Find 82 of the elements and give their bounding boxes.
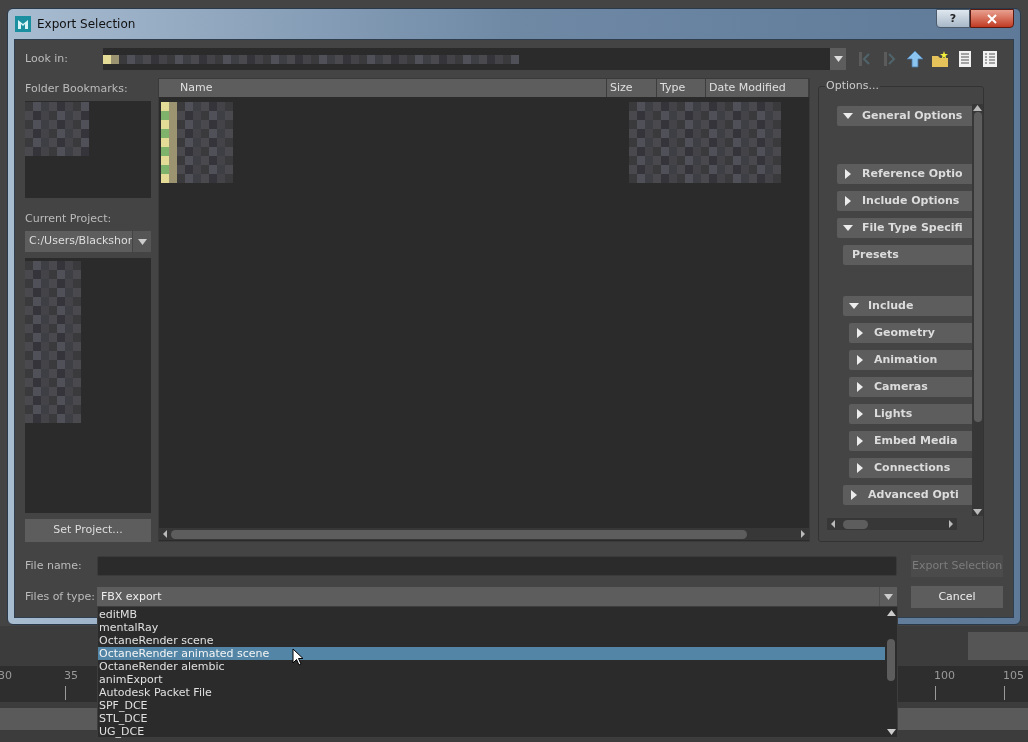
file-name-field[interactable]	[96, 556, 898, 576]
scrollbar-thumb[interactable]	[887, 639, 895, 681]
column-header[interactable]: Name	[159, 79, 607, 97]
scroll-down-icon[interactable]	[886, 728, 896, 736]
vertical-scrollbar[interactable]	[885, 607, 897, 737]
collapsible-section-header[interactable]: General Options	[837, 106, 972, 126]
close-button[interactable]	[970, 9, 1014, 28]
look-in-field[interactable]	[103, 48, 846, 70]
files-of-type-label: Files of type:	[25, 588, 96, 605]
cancel-button[interactable]: Cancel	[911, 586, 1003, 608]
collapsible-section-header[interactable]: Reference Optio	[837, 164, 972, 184]
collapsible-section-header[interactable]: Lights	[849, 404, 972, 424]
file-type-combo[interactable]: FBX export	[96, 587, 898, 607]
triangle-right-icon	[855, 436, 865, 446]
triangle-down-icon	[843, 111, 853, 121]
collapsible-section-header[interactable]: Cameras	[849, 377, 972, 397]
up-arrow-icon[interactable]	[906, 50, 924, 68]
file-type-option[interactable]: OctaneRender scene	[98, 634, 885, 647]
set-project-button[interactable]: Set Project...	[25, 519, 151, 542]
frame-number: 105	[1003, 670, 1024, 682]
scroll-left-icon[interactable]	[161, 529, 169, 539]
triangle-right-icon	[855, 382, 865, 392]
triangle-right-icon	[843, 169, 853, 179]
project-combo[interactable]: C:/Users/Blackshor	[25, 231, 151, 252]
column-header[interactable]: Size	[607, 79, 657, 97]
dropdown-arrow-icon	[833, 56, 843, 62]
scroll-left-icon[interactable]	[829, 519, 837, 529]
file-type-option[interactable]: SPF_DCE	[98, 699, 885, 712]
scroll-right-icon[interactable]	[947, 519, 955, 529]
collapsible-section-header[interactable]: Connections	[849, 458, 972, 478]
column-header[interactable]: Type	[657, 79, 706, 97]
collapsible-section-header[interactable]: Include Options	[837, 191, 972, 211]
scrollbar-thumb[interactable]	[843, 519, 868, 529]
collapsible-section-header[interactable]: Geometry	[849, 323, 972, 343]
help-button[interactable]: ?	[936, 9, 970, 28]
file-type-option[interactable]: Autodesk Packet File	[98, 686, 885, 699]
collapsible-section-header[interactable]: File Type Specifi	[837, 218, 972, 238]
file-type-option[interactable]: OctaneRender animated scene	[98, 647, 885, 660]
new-folder-icon[interactable]	[931, 50, 949, 68]
scrollbar-thumb[interactable]	[171, 529, 747, 539]
look-in-label: Look in:	[25, 50, 69, 67]
dropdown-arrow-icon	[137, 238, 147, 245]
triangle-right-icon	[855, 409, 865, 419]
collapsible-section-header[interactable]: Include	[843, 296, 972, 316]
folder-bookmarks-label: Folder Bookmarks:	[25, 81, 129, 97]
file-type-option[interactable]: OctaneRender alembic	[98, 660, 885, 673]
file-type-option[interactable]: editMB	[98, 608, 885, 621]
collapsible-section-header[interactable]: Embed Media	[849, 431, 972, 451]
list-view-icon[interactable]	[956, 50, 974, 68]
horizontal-scrollbar[interactable]	[827, 518, 957, 530]
triangle-right-icon	[855, 463, 865, 473]
triangle-right-icon	[849, 490, 859, 500]
app-logo-icon	[15, 16, 31, 32]
frame-number: 35	[64, 670, 78, 682]
scrollbar-thumb[interactable]	[973, 112, 982, 422]
close-icon	[987, 13, 997, 24]
file-type-option[interactable]: STL_DCE	[98, 712, 885, 725]
file-name-label: File name:	[25, 557, 83, 574]
vertical-scrollbar[interactable]	[972, 104, 983, 516]
scroll-right-icon[interactable]	[799, 529, 807, 539]
mouse-pointer-icon	[292, 648, 304, 666]
triangle-right-icon	[855, 355, 865, 365]
window-title: Export Selection	[37, 16, 136, 33]
triangle-down-icon	[843, 223, 853, 233]
detail-view-icon[interactable]	[981, 50, 999, 68]
presets-button[interactable]: Presets	[843, 245, 972, 265]
file-type-option[interactable]: animExport	[98, 673, 885, 686]
horizontal-scrollbar[interactable]	[159, 528, 809, 540]
triangle-right-icon	[855, 328, 865, 338]
frame-number: 100	[934, 670, 955, 682]
file-type-option[interactable]: UG_DCE	[98, 725, 885, 738]
triangle-down-icon	[849, 301, 859, 311]
pixelated-bookmarks	[25, 101, 89, 156]
triangle-right-icon	[843, 196, 853, 206]
collapsible-section-header[interactable]: Animation	[849, 350, 972, 370]
scroll-up-icon[interactable]	[886, 609, 896, 617]
dropdown-arrow-icon	[884, 594, 894, 600]
file-type-option[interactable]: mentalRay	[98, 621, 885, 634]
column-header[interactable]: Date Modified	[706, 79, 809, 97]
collapsible-section-header[interactable]: Advanced Opti	[843, 485, 972, 505]
scroll-down-icon[interactable]	[973, 508, 982, 516]
current-project-label: Current Project:	[25, 210, 113, 227]
